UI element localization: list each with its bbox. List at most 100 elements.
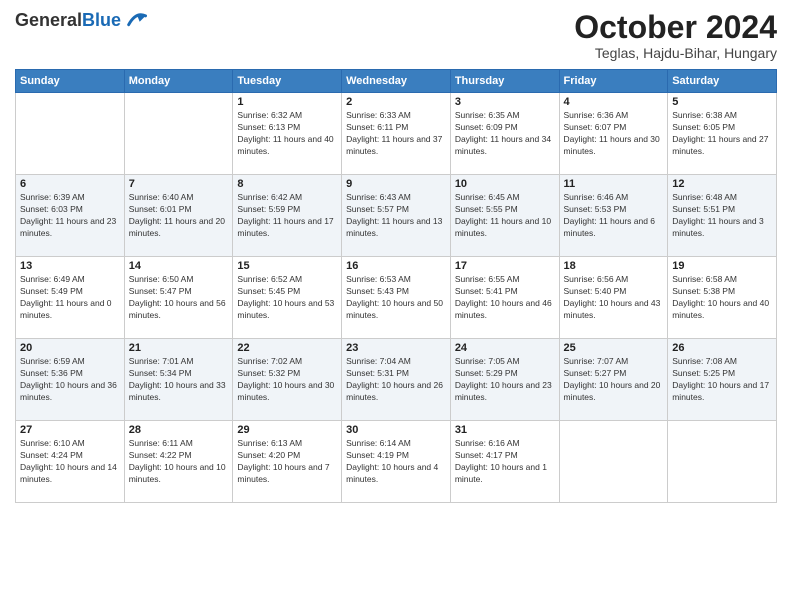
logo: GeneralBlue [15,10,147,32]
day-number: 6 [20,178,120,190]
weekday-header-saturday: Saturday [668,70,777,93]
day-number: 22 [237,342,337,354]
daylight-hours: Daylight: 11 hours and 34 minutes. [455,134,551,156]
cell-content: Sunrise: 6:16 AMSunset: 4:17 PMDaylight:… [455,438,555,486]
daylight-hours: Daylight: 10 hours and 40 minutes. [672,298,769,320]
weekday-header-sunday: Sunday [16,70,125,93]
daylight-hours: Daylight: 10 hours and 26 minutes. [346,380,443,402]
day-number: 9 [346,178,446,190]
cell-content: Sunrise: 6:42 AMSunset: 5:59 PMDaylight:… [237,192,337,240]
daylight-hours: Daylight: 10 hours and 46 minutes. [455,298,552,320]
cell-content: Sunrise: 6:33 AMSunset: 6:11 PMDaylight:… [346,110,446,158]
day-number: 12 [672,178,772,190]
daylight-hours: Daylight: 11 hours and 27 minutes. [672,134,768,156]
page-header: GeneralBlue October 2024 Teglas, Hajdu-B… [15,10,777,61]
cell-content: Sunrise: 6:50 AMSunset: 5:47 PMDaylight:… [129,274,229,322]
daylight-hours: Daylight: 10 hours and 10 minutes. [129,462,226,484]
day-number: 5 [672,96,772,108]
day-number: 23 [346,342,446,354]
cell-content: Sunrise: 6:10 AMSunset: 4:24 PMDaylight:… [20,438,120,486]
location-title: Teglas, Hajdu-Bihar, Hungary [574,45,777,61]
calendar-cell: 15Sunrise: 6:52 AMSunset: 5:45 PMDayligh… [233,257,342,339]
cell-content: Sunrise: 6:56 AMSunset: 5:40 PMDaylight:… [564,274,664,322]
cell-content: Sunrise: 6:53 AMSunset: 5:43 PMDaylight:… [346,274,446,322]
calendar-cell: 2 Sunrise: 6:33 AMSunset: 6:11 PMDaylight… [342,93,451,175]
cell-content: Sunrise: 6:45 AMSunset: 5:55 PMDaylight:… [455,192,555,240]
day-number: 17 [455,260,555,272]
calendar-cell: 8Sunrise: 6:42 AMSunset: 5:59 PMDaylight… [233,175,342,257]
daylight-hours: Daylight: 11 hours and 13 minutes. [346,216,442,238]
daylight-hours: Daylight: 11 hours and 10 minutes. [455,216,551,238]
cell-content: Sunrise: 6:35 AMSunset: 6:09 PMDaylight:… [455,110,555,158]
daylight-hours: Daylight: 11 hours and 17 minutes. [237,216,333,238]
day-number: 18 [564,260,664,272]
calendar-cell: 29Sunrise: 6:13 AMSunset: 4:20 PMDayligh… [233,421,342,503]
day-number: 1 [237,96,337,108]
calendar-cell [668,421,777,503]
calendar-cell: 9Sunrise: 6:43 AMSunset: 5:57 PMDaylight… [342,175,451,257]
cell-content: Sunrise: 6:13 AMSunset: 4:20 PMDaylight:… [237,438,337,486]
calendar-cell: 4 Sunrise: 6:36 AMSunset: 6:07 PMDaylight… [559,93,668,175]
calendar-cell: 23Sunrise: 7:04 AMSunset: 5:31 PMDayligh… [342,339,451,421]
day-number: 13 [20,260,120,272]
title-block: October 2024 Teglas, Hajdu-Bihar, Hungar… [574,10,777,61]
calendar-cell: 14Sunrise: 6:50 AMSunset: 5:47 PMDayligh… [124,257,233,339]
cell-content: Sunrise: 6:39 AMSunset: 6:03 PMDaylight:… [20,192,120,240]
day-number: 31 [455,424,555,436]
daylight-hours: Daylight: 10 hours and 4 minutes. [346,462,438,484]
calendar-cell: 24Sunrise: 7:05 AMSunset: 5:29 PMDayligh… [450,339,559,421]
calendar-cell: 13Sunrise: 6:49 AMSunset: 5:49 PMDayligh… [16,257,125,339]
daylight-hours: Daylight: 10 hours and 23 minutes. [455,380,552,402]
calendar-table: SundayMondayTuesdayWednesdayThursdayFrid… [15,69,777,503]
day-number: 2 [346,96,446,108]
daylight-hours: Daylight: 11 hours and 40 minutes. [237,134,333,156]
daylight-hours: Daylight: 10 hours and 30 minutes. [237,380,334,402]
day-number: 28 [129,424,229,436]
cell-content: Sunrise: 7:02 AMSunset: 5:32 PMDaylight:… [237,356,337,404]
day-number: 25 [564,342,664,354]
day-number: 19 [672,260,772,272]
daylight-hours: Daylight: 10 hours and 33 minutes. [129,380,226,402]
cell-content: Sunrise: 7:08 AMSunset: 5:25 PMDaylight:… [672,356,772,404]
daylight-hours: Daylight: 10 hours and 17 minutes. [672,380,769,402]
calendar-cell [124,93,233,175]
daylight-hours: Daylight: 10 hours and 7 minutes. [237,462,329,484]
calendar-cell: 18 Sunrise: 6:56 AMSunset: 5:40 PMDayligh… [559,257,668,339]
cell-content: Sunrise: 6:48 AMSunset: 5:51 PMDaylight:… [672,192,772,240]
day-number: 7 [129,178,229,190]
daylight-hours: Daylight: 10 hours and 50 minutes. [346,298,443,320]
daylight-hours: Daylight: 11 hours and 0 minutes. [20,298,112,320]
day-number: 20 [20,342,120,354]
month-title: October 2024 [574,10,777,45]
weekday-header-row: SundayMondayTuesdayWednesdayThursdayFrid… [16,70,777,93]
daylight-hours: Daylight: 11 hours and 23 minutes. [20,216,116,238]
calendar-cell: 5Sunrise: 6:38 AMSunset: 6:05 PMDaylight… [668,93,777,175]
weekday-header-thursday: Thursday [450,70,559,93]
calendar-cell: 22 Sunrise: 7:02 AMSunset: 5:32 PMDayligh… [233,339,342,421]
calendar-week-row: 1Sunrise: 6:32 AMSunset: 6:13 PMDaylight… [16,93,777,175]
cell-content: Sunrise: 6:11 AMSunset: 4:22 PMDaylight:… [129,438,229,486]
day-number: 27 [20,424,120,436]
daylight-hours: Daylight: 10 hours and 14 minutes. [20,462,117,484]
day-number: 3 [455,96,555,108]
calendar-week-row: 13Sunrise: 6:49 AMSunset: 5:49 PMDayligh… [16,257,777,339]
day-number: 10 [455,178,555,190]
cell-content: Sunrise: 6:46 AMSunset: 5:53 PMDaylight:… [564,192,664,240]
cell-content: Sunrise: 7:05 AMSunset: 5:29 PMDaylight:… [455,356,555,404]
daylight-hours: Daylight: 10 hours and 53 minutes. [237,298,334,320]
day-number: 26 [672,342,772,354]
daylight-hours: Daylight: 11 hours and 30 minutes. [564,134,660,156]
weekday-header-friday: Friday [559,70,668,93]
daylight-hours: Daylight: 10 hours and 56 minutes. [129,298,226,320]
day-number: 4 [564,96,664,108]
calendar-cell: 26 Sunrise: 7:08 AMSunset: 5:25 PMDayligh… [668,339,777,421]
calendar-cell: 6 Sunrise: 6:39 AMSunset: 6:03 PMDaylight… [16,175,125,257]
calendar-cell: 25Sunrise: 7:07 AMSunset: 5:27 PMDayligh… [559,339,668,421]
daylight-hours: Daylight: 11 hours and 6 minutes. [564,216,656,238]
calendar-cell: 10 Sunrise: 6:45 AMSunset: 5:55 PMDayligh… [450,175,559,257]
calendar-cell: 3 Sunrise: 6:35 AMSunset: 6:09 PMDaylight… [450,93,559,175]
cell-content: Sunrise: 6:36 AMSunset: 6:07 PMDaylight:… [564,110,664,158]
weekday-header-monday: Monday [124,70,233,93]
cell-content: Sunrise: 6:59 AMSunset: 5:36 PMDaylight:… [20,356,120,404]
calendar-cell: 11Sunrise: 6:46 AMSunset: 5:53 PMDayligh… [559,175,668,257]
